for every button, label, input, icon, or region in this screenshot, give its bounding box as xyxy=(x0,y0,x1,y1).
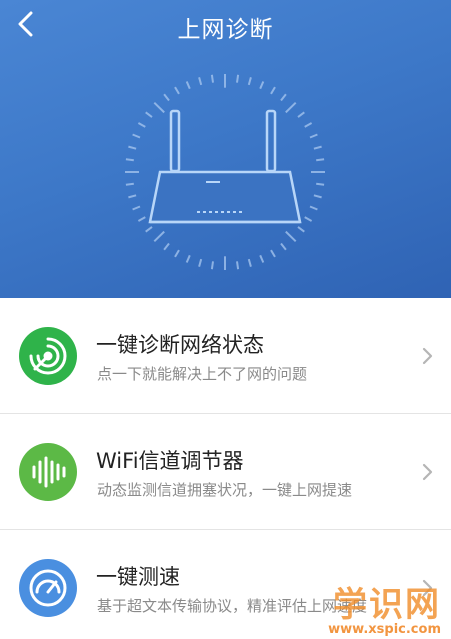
menu-item-title: WiFi信道调节器 xyxy=(96,449,244,473)
dial-tick xyxy=(285,101,297,114)
dial-tick xyxy=(132,133,141,139)
header-banner: 上网诊断 xyxy=(0,0,451,298)
menu-item-wifi-channel[interactable]: WiFi信道调节器 动态监测信道拥塞状况，一键上网提速 xyxy=(0,414,451,530)
dial-tick xyxy=(297,111,305,118)
menu-item-diagnose[interactable]: 一键诊断网络状态 点一下就能解决上不了网的问题 xyxy=(0,298,451,414)
dial-tick xyxy=(128,194,137,199)
dial-tick xyxy=(210,261,214,270)
dial-tick xyxy=(280,93,287,102)
dial-tick xyxy=(297,226,305,233)
dial-tick xyxy=(309,133,318,139)
dial-tick xyxy=(174,249,180,258)
menu-item-desc: 点一下就能解决上不了网的问题 xyxy=(97,365,308,383)
dial-tick xyxy=(259,254,265,263)
dial-tick xyxy=(236,74,240,83)
dial-tick xyxy=(304,122,313,128)
dial-tick xyxy=(137,216,146,222)
dial-tick xyxy=(236,261,240,270)
menu-item-title: 一键测速 xyxy=(96,565,180,589)
dial-tick xyxy=(285,230,297,243)
menu-item-speed-test[interactable]: 一键测速 基于超文本传输协议，精准评估上网速度 xyxy=(0,530,451,639)
dial-tick xyxy=(163,242,170,251)
dial-tick xyxy=(309,205,318,211)
dial-tick xyxy=(247,258,252,267)
dial-tick xyxy=(270,86,276,95)
dial-tick xyxy=(198,77,203,86)
dial-tick xyxy=(280,242,287,251)
router-illustration xyxy=(125,74,325,270)
menu-item-desc: 动态监测信道拥塞状况，一键上网提速 xyxy=(97,481,353,499)
dial-tick xyxy=(270,249,276,258)
menu-item-desc: 基于超文本传输协议，精准评估上网速度 xyxy=(97,597,368,615)
chevron-right-icon xyxy=(422,579,433,597)
dial-tick xyxy=(316,158,325,162)
dial-tick xyxy=(304,216,313,222)
dial-tick xyxy=(185,81,191,90)
dial-tick xyxy=(125,158,134,162)
dial-tick xyxy=(198,258,203,267)
speedometer-icon xyxy=(19,559,77,617)
chevron-right-icon xyxy=(422,347,433,365)
dial-tick xyxy=(174,86,180,95)
dial-tick xyxy=(185,254,191,263)
dial-tick xyxy=(145,111,153,118)
dial-tick xyxy=(313,145,322,150)
dial-tick xyxy=(137,122,146,128)
chevron-right-icon xyxy=(422,463,433,481)
dial-tick xyxy=(163,93,170,102)
dial-tick xyxy=(153,101,165,114)
diagnose-icon xyxy=(19,327,77,385)
dial-tick xyxy=(247,77,252,86)
dial-tick xyxy=(313,194,322,199)
dial-tick xyxy=(125,182,134,186)
page-title: 上网诊断 xyxy=(177,17,274,43)
dial-tick xyxy=(153,230,165,243)
dial-tick xyxy=(132,205,141,211)
dial-tick xyxy=(210,74,214,83)
dial-tick xyxy=(259,81,265,90)
router-graphic xyxy=(148,109,302,224)
menu-list: 一键诊断网络状态 点一下就能解决上不了网的问题 WiFi信道调节器 动态监测信道… xyxy=(0,298,451,639)
dial-tick xyxy=(145,226,153,233)
menu-item-title: 一键诊断网络状态 xyxy=(96,333,264,357)
signal-wave-icon xyxy=(19,443,77,501)
dial-tick xyxy=(128,145,137,150)
dial-tick xyxy=(316,182,325,186)
